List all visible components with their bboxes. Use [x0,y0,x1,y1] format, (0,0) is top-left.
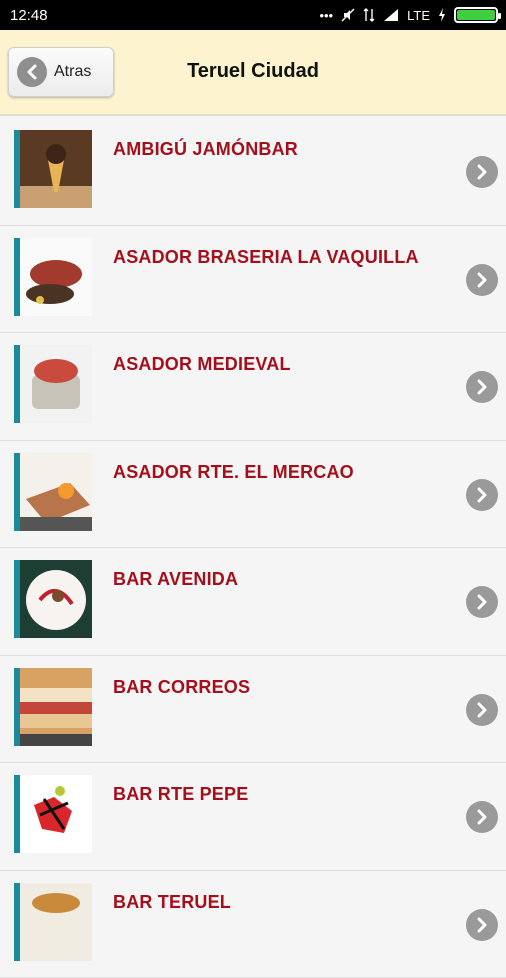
data-sync-icon [363,8,375,22]
list-item-label: BAR RTE PEPE [113,784,248,805]
list-item[interactable]: ASADOR MEDIEVAL [0,333,506,441]
list-item[interactable]: BAR RTE PEPE [0,763,506,871]
list-item-label: BAR AVENIDA [113,569,238,590]
more-icon: ••• [319,8,333,23]
charging-icon [438,8,446,22]
chevron-right-icon[interactable] [466,801,498,833]
status-time: 12:48 [10,7,48,24]
status-bar: 12:48 ••• LTE [0,0,506,30]
list-item-label: ASADOR RTE. EL MERCAO [113,462,354,483]
restaurant-list: AMBIGÚ JAMÓNBAR ASADOR BRASERIA LA VAQUI… [0,118,506,978]
signal-icon [383,8,399,22]
chevron-right-icon[interactable] [466,586,498,618]
thumbnail-image [20,560,92,638]
chevron-right-icon[interactable] [466,479,498,511]
list-item[interactable]: ASADOR RTE. EL MERCAO [0,441,506,549]
list-item[interactable]: ASADOR BRASERIA LA VAQUILLA [0,226,506,334]
list-item-label: AMBIGÚ JAMÓNBAR [113,139,298,160]
thumbnail-image [20,453,92,531]
page-title: Teruel Ciudad [0,60,506,83]
thumbnail-image [20,238,92,316]
list-item-label: BAR TERUEL [113,892,231,913]
list-item[interactable]: BAR TERUEL [0,871,506,978]
thumbnail-image [20,775,92,853]
list-item[interactable]: BAR AVENIDA [0,548,506,656]
list-item[interactable]: BAR CORREOS [0,656,506,764]
thumbnail-image [20,668,92,746]
thumbnail-image [20,345,92,423]
chevron-right-icon[interactable] [466,156,498,188]
list-item[interactable]: AMBIGÚ JAMÓNBAR [0,118,506,226]
network-type: LTE [407,8,430,23]
status-icons: ••• LTE [319,7,498,23]
list-item-label: ASADOR BRASERIA LA VAQUILLA [113,247,419,268]
chevron-right-icon[interactable] [466,264,498,296]
header: Atras Teruel Ciudad [0,30,506,116]
chevron-right-icon[interactable] [466,694,498,726]
battery-icon [454,7,498,23]
list-item-label: BAR CORREOS [113,677,250,698]
chevron-right-icon[interactable] [466,909,498,941]
thumbnail-image [20,883,92,961]
chevron-right-icon[interactable] [466,371,498,403]
list-item-label: ASADOR MEDIEVAL [113,354,291,375]
mute-icon [341,8,355,22]
thumbnail-image [20,130,92,208]
